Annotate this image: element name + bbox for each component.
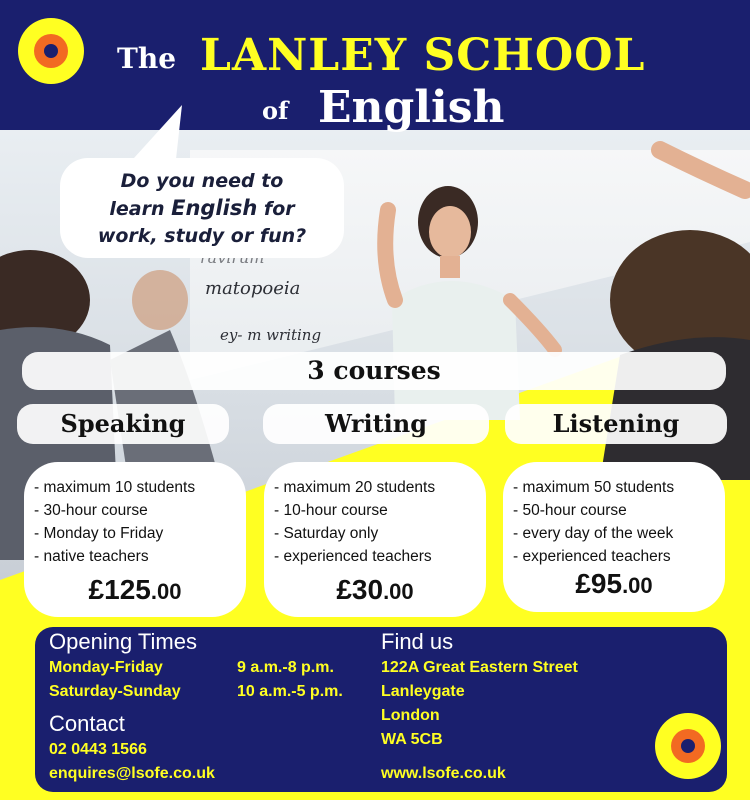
course-details-list: - maximum 50 students - 50-hour course -…	[503, 462, 725, 568]
address-line-3: London	[381, 707, 440, 724]
website-link[interactable]: www.lsofe.co.uk	[381, 765, 506, 783]
price-pounds: £30	[336, 574, 384, 605]
address-line-2: Lanleygate	[381, 683, 465, 700]
bubble-question: Do you need to learn English for work, s…	[62, 168, 342, 250]
course-heading-writing: Writing	[263, 404, 489, 444]
price-pence: .00	[150, 579, 182, 604]
info-panel: Opening Times Monday-Friday 9 a.m.-8 p.m…	[35, 627, 727, 792]
price-pence: .00	[622, 573, 653, 598]
courses-heading: 3 courses	[22, 352, 726, 390]
opening-hours-weekday: 9 a.m.-8 p.m.	[237, 659, 334, 676]
opening-days-weekend: Saturday-Sunday	[49, 683, 181, 700]
price-pounds: £95	[575, 568, 623, 599]
bubble-line-1: Do you need to	[120, 170, 284, 192]
opening-times-heading: Opening Times	[49, 629, 197, 654]
course-price: £95.00	[503, 568, 725, 600]
speech-bubble: Do you need to learn English for work, s…	[62, 160, 342, 256]
address-line-1: 122A Great Eastern Street	[381, 659, 578, 676]
bubble-line-2-pre: learn	[109, 198, 165, 220]
course-price: £30.00	[264, 574, 486, 606]
opening-hours-weekend: 10 a.m.-5 p.m.	[237, 683, 343, 700]
bubble-line-2-post: for	[263, 198, 295, 220]
school-logo-small	[655, 713, 721, 779]
course-price: £125.00	[24, 574, 246, 606]
bubble-line-2: learn English for	[62, 195, 342, 223]
course-card-listening: - maximum 50 students - 50-hour course -…	[503, 462, 725, 612]
course-detail: - 10-hour course	[274, 502, 388, 519]
course-details-list: - maximum 10 students - 30-hour course -…	[24, 462, 246, 568]
course-detail: - every day of the week	[513, 525, 674, 542]
contact-heading: Contact	[49, 711, 125, 736]
course-detail: - maximum 20 students	[274, 479, 436, 496]
course-detail: - maximum 10 students	[34, 479, 196, 496]
price-pence: .00	[383, 579, 414, 604]
course-detail: - native teachers	[34, 548, 149, 565]
price-pounds: £125	[88, 574, 151, 605]
contact-phone: 02 0443 1566	[49, 741, 147, 758]
contact-email[interactable]: enquires@lsofe.co.uk	[49, 765, 215, 783]
course-detail: - maximum 50 students	[513, 479, 675, 496]
find-us-heading: Find us	[381, 629, 454, 654]
course-detail: - Monday to Friday	[34, 525, 164, 542]
course-card-writing: - maximum 20 students - 10-hour course -…	[264, 462, 486, 617]
course-detail: - 50-hour course	[513, 502, 627, 519]
course-heading-listening: Listening	[505, 404, 727, 444]
course-card-speaking: - maximum 10 students - 30-hour course -…	[24, 462, 246, 617]
bubble-line-3: work, study or fun?	[97, 225, 307, 247]
bubble-line-2-emphasis: English	[171, 196, 258, 220]
course-detail: - 30-hour course	[34, 502, 148, 519]
course-details-list: - maximum 20 students - 10-hour course -…	[264, 462, 486, 568]
poster: ravirum matopoeia ey- m writing The LANL…	[0, 0, 750, 800]
course-detail: - experienced teachers	[274, 548, 432, 565]
course-detail: - Saturday only	[274, 525, 379, 542]
opening-days-weekday: Monday-Friday	[49, 659, 163, 676]
course-detail: - experienced teachers	[513, 548, 671, 565]
address-line-4: WA 5CB	[381, 731, 443, 748]
course-heading-speaking: Speaking	[17, 404, 229, 444]
